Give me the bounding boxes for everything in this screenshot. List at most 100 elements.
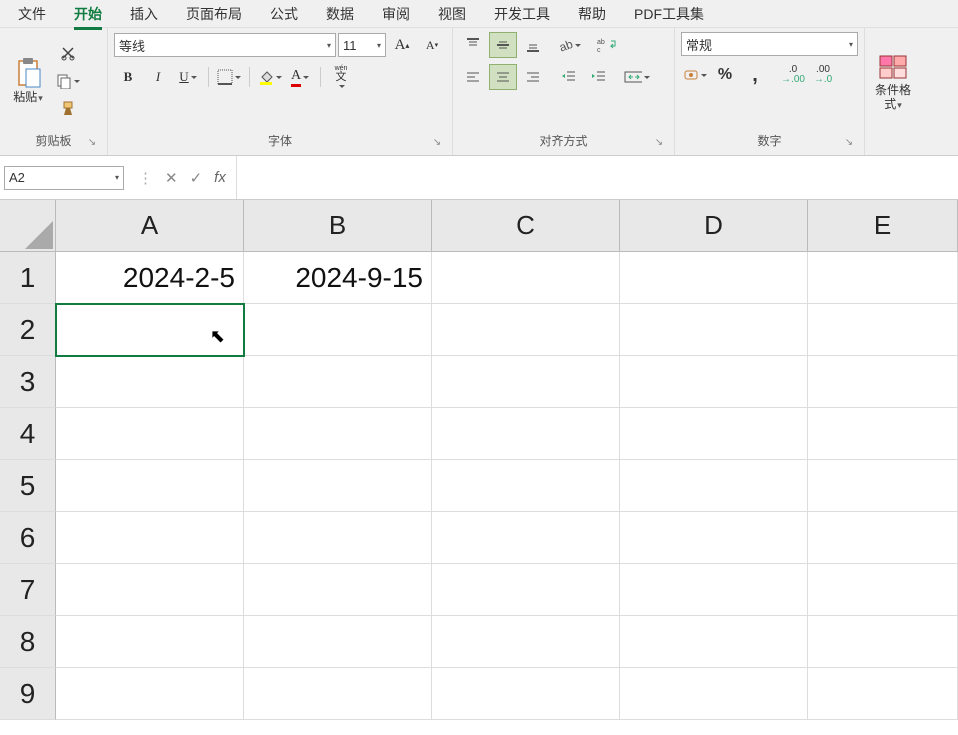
column-header-b[interactable]: B — [244, 200, 432, 252]
cell-c1[interactable] — [432, 252, 620, 304]
number-dialog-launcher[interactable]: ↘ — [842, 135, 856, 149]
font-dialog-launcher[interactable]: ↘ — [430, 135, 444, 149]
cell-b2[interactable] — [244, 304, 432, 356]
cell-c6[interactable] — [432, 512, 620, 564]
cell-e4[interactable] — [808, 408, 958, 460]
align-right-button[interactable] — [519, 64, 547, 90]
font-color-button[interactable]: A — [286, 64, 314, 90]
cell-e7[interactable] — [808, 564, 958, 616]
column-header-c[interactable]: C — [432, 200, 620, 252]
cell-a3[interactable] — [56, 356, 244, 408]
merge-center-button[interactable] — [623, 64, 651, 90]
border-button[interactable] — [215, 64, 243, 90]
row-header-5[interactable]: 5 — [0, 460, 56, 512]
column-header-a[interactable]: A — [56, 200, 244, 252]
menu-file[interactable]: 文件 — [4, 0, 60, 28]
menu-formulas[interactable]: 公式 — [256, 0, 312, 28]
menu-insert[interactable]: 插入 — [116, 0, 172, 28]
cell-e5[interactable] — [808, 460, 958, 512]
menu-page-layout[interactable]: 页面布局 — [172, 0, 256, 28]
align-left-button[interactable] — [459, 64, 487, 90]
fill-color-button[interactable] — [256, 64, 284, 90]
wrap-text-button[interactable]: abc — [593, 32, 621, 58]
increase-indent-button[interactable] — [585, 64, 613, 90]
insert-function-button[interactable]: fx — [214, 169, 226, 186]
accounting-format-button[interactable] — [681, 62, 709, 88]
underline-button[interactable]: U — [174, 64, 202, 90]
cell-d5[interactable] — [620, 460, 808, 512]
cell-a1[interactable]: 2024-2-5 — [56, 252, 244, 304]
cell-c3[interactable] — [432, 356, 620, 408]
align-top-button[interactable] — [459, 32, 487, 58]
row-header-1[interactable]: 1 — [0, 252, 56, 304]
cell-c7[interactable] — [432, 564, 620, 616]
copy-button[interactable] — [54, 68, 82, 94]
cell-c5[interactable] — [432, 460, 620, 512]
increase-decimal-button[interactable]: .0→.00 — [779, 62, 807, 88]
align-center-button[interactable] — [489, 64, 517, 90]
column-header-d[interactable]: D — [620, 200, 808, 252]
menu-review[interactable]: 审阅 — [368, 0, 424, 28]
alignment-dialog-launcher[interactable]: ↘ — [652, 135, 666, 149]
align-middle-button[interactable] — [489, 32, 517, 58]
cell-a6[interactable] — [56, 512, 244, 564]
decrease-decimal-button[interactable]: .00→.0 — [809, 62, 837, 88]
number-format-combo[interactable]: 常规▾ — [681, 32, 858, 56]
font-size-combo[interactable]: 11▾ — [338, 33, 386, 57]
cell-e6[interactable] — [808, 512, 958, 564]
menu-view[interactable]: 视图 — [424, 0, 480, 28]
cell-c4[interactable] — [432, 408, 620, 460]
cell-a9[interactable] — [56, 668, 244, 720]
increase-font-size-button[interactable]: A▴ — [388, 32, 416, 58]
paste-button[interactable]: 粘贴▾ — [6, 32, 50, 130]
cell-a8[interactable] — [56, 616, 244, 668]
formula-input[interactable] — [237, 156, 958, 199]
cell-e8[interactable] — [808, 616, 958, 668]
format-painter-button[interactable] — [54, 96, 82, 122]
cut-button[interactable] — [54, 40, 82, 66]
cell-d3[interactable] — [620, 356, 808, 408]
percent-format-button[interactable]: % — [711, 62, 739, 88]
menu-home[interactable]: 开始 — [60, 0, 116, 28]
cell-a4[interactable] — [56, 408, 244, 460]
row-header-3[interactable]: 3 — [0, 356, 56, 408]
cell-e9[interactable] — [808, 668, 958, 720]
cell-d7[interactable] — [620, 564, 808, 616]
cell-e2[interactable] — [808, 304, 958, 356]
cell-b4[interactable] — [244, 408, 432, 460]
cell-b7[interactable] — [244, 564, 432, 616]
font-name-combo[interactable]: 等线▾ — [114, 33, 336, 57]
cell-b3[interactable] — [244, 356, 432, 408]
row-header-9[interactable]: 9 — [0, 668, 56, 720]
confirm-formula-button[interactable]: ✓ — [190, 169, 203, 187]
cell-b5[interactable] — [244, 460, 432, 512]
menu-pdf-tools[interactable]: PDF工具集 — [620, 0, 718, 28]
row-header-4[interactable]: 4 — [0, 408, 56, 460]
row-header-8[interactable]: 8 — [0, 616, 56, 668]
align-bottom-button[interactable] — [519, 32, 547, 58]
cell-e1[interactable] — [808, 252, 958, 304]
select-all-corner[interactable] — [0, 200, 56, 252]
cell-d1[interactable] — [620, 252, 808, 304]
column-header-e[interactable]: E — [808, 200, 958, 252]
cell-c8[interactable] — [432, 616, 620, 668]
cancel-formula-button[interactable]: ✕ — [165, 169, 178, 187]
menu-dev-tools[interactable]: 开发工具 — [480, 0, 564, 28]
name-box[interactable]: A2▾ — [4, 166, 124, 190]
cell-b8[interactable] — [244, 616, 432, 668]
menu-data[interactable]: 数据 — [312, 0, 368, 28]
cell-a2[interactable]: ⬉ — [56, 304, 244, 356]
cell-c2[interactable] — [432, 304, 620, 356]
clipboard-dialog-launcher[interactable]: ↘ — [85, 135, 99, 149]
cell-a5[interactable] — [56, 460, 244, 512]
cell-b1[interactable]: 2024-9-15 — [244, 252, 432, 304]
cell-b9[interactable] — [244, 668, 432, 720]
cell-d6[interactable] — [620, 512, 808, 564]
cell-e3[interactable] — [808, 356, 958, 408]
menu-help[interactable]: 帮助 — [564, 0, 620, 28]
expand-formula-button[interactable]: ⋮ — [138, 169, 153, 187]
italic-button[interactable]: I — [144, 64, 172, 90]
bold-button[interactable]: B — [114, 64, 142, 90]
comma-format-button[interactable]: , — [741, 62, 769, 88]
orientation-button[interactable]: ab — [555, 32, 583, 58]
